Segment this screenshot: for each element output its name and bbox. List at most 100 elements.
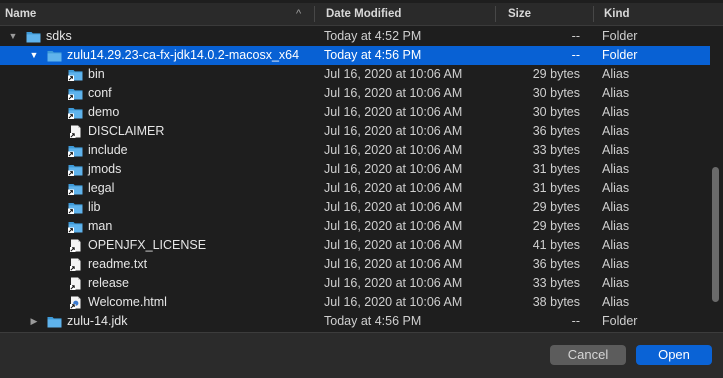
date-modified: Jul 16, 2020 at 10:06 AM (324, 143, 463, 157)
file-kind: Alias (602, 219, 630, 233)
kind-column-header[interactable]: Kind (604, 3, 630, 25)
file-name: Welcome.html (88, 295, 167, 309)
date-modified: Today at 4:52 PM (324, 29, 422, 43)
file-size: 29 bytes (532, 200, 580, 214)
file-kind: Folder (602, 48, 638, 62)
list-item[interactable]: include Jul 16, 2020 at 10:06 AM 33 bytes A… (0, 141, 712, 160)
folder-alias-icon (68, 106, 83, 119)
date-modified-column-header[interactable]: Date Modified (326, 3, 401, 25)
list-item[interactable]: lib Jul 16, 2020 at 10:06 AM 29 bytes Alias (0, 198, 712, 217)
file-kind: Alias (602, 200, 630, 214)
list-item[interactable]: ▼ sdks Today at 4:52 PM -- Folder (0, 27, 712, 46)
column-divider[interactable] (495, 6, 496, 22)
list-item[interactable]: bin Jul 16, 2020 at 10:06 AM 29 bytes Alias (0, 65, 712, 84)
file-alias-icon (68, 125, 83, 138)
file-name: bin (88, 67, 105, 81)
name-column-header[interactable]: Name (5, 3, 36, 25)
date-modified: Today at 4:56 PM (324, 314, 422, 328)
file-size: 29 bytes (532, 67, 580, 81)
list-item[interactable]: OPENJFX_LICENSE Jul 16, 2020 at 10:06 AM 4… (0, 236, 712, 255)
file-kind: Alias (602, 143, 630, 157)
date-modified: Jul 16, 2020 at 10:06 AM (324, 200, 463, 214)
file-name: readme.txt (88, 257, 148, 271)
file-size: -- (571, 48, 580, 62)
file-name: release (88, 276, 129, 290)
folder-alias-icon (68, 201, 83, 214)
file-kind: Alias (602, 257, 630, 271)
folder-icon (47, 49, 62, 62)
date-modified: Jul 16, 2020 at 10:06 AM (324, 181, 463, 195)
file-size: 41 bytes (532, 238, 580, 252)
date-modified: Jul 16, 2020 at 10:06 AM (324, 295, 463, 309)
date-modified: Jul 16, 2020 at 10:06 AM (324, 257, 463, 271)
file-size: 30 bytes (532, 105, 580, 119)
file-size: 30 bytes (532, 86, 580, 100)
file-size: 31 bytes (532, 181, 580, 195)
list-item[interactable]: readme.txt Jul 16, 2020 at 10:06 AM 36 byt… (0, 255, 712, 274)
file-size: 29 bytes (532, 219, 580, 233)
file-name: zulu14.29.23-ca-fx-jdk14.0.2-macosx_x64 (67, 48, 300, 62)
folder-alias-icon (68, 182, 83, 195)
column-header-bar: Name ^ Date Modified Size Kind (0, 3, 723, 26)
folder-alias-icon (68, 68, 83, 81)
file-kind: Alias (602, 238, 630, 252)
html-alias-icon (68, 296, 83, 309)
file-size: -- (571, 29, 580, 43)
file-name: OPENJFX_LICENSE (88, 238, 207, 252)
column-divider[interactable] (593, 6, 594, 22)
file-name: lib (88, 200, 101, 214)
list-item[interactable]: Welcome.html Jul 16, 2020 at 10:06 AM 38 b… (0, 293, 712, 312)
file-size: -- (571, 314, 580, 328)
file-alias-icon (68, 239, 83, 252)
file-kind: Alias (602, 124, 630, 138)
date-modified: Jul 16, 2020 at 10:06 AM (324, 67, 463, 81)
file-kind: Alias (602, 181, 630, 195)
list-item[interactable]: conf Jul 16, 2020 at 10:06 AM 30 bytes Alia… (0, 84, 712, 103)
list-item[interactable]: ▶ zulu-14.jdk Today at 4:56 PM -- Folder (0, 312, 712, 331)
scrollbar-thumb[interactable] (712, 167, 719, 302)
folder-alias-icon (68, 220, 83, 233)
file-kind: Alias (602, 162, 630, 176)
file-alias-icon (68, 258, 83, 271)
file-name: legal (88, 181, 115, 195)
date-modified: Jul 16, 2020 at 10:06 AM (324, 86, 463, 100)
date-modified: Jul 16, 2020 at 10:06 AM (324, 162, 463, 176)
list-item[interactable]: legal Jul 16, 2020 at 10:06 AM 31 bytes Ali… (0, 179, 712, 198)
file-name: include (88, 143, 128, 157)
open-button[interactable]: Open (636, 345, 712, 365)
file-name: jmods (88, 162, 122, 176)
file-size: 36 bytes (532, 257, 580, 271)
file-kind: Alias (602, 86, 630, 100)
file-size: 38 bytes (532, 295, 580, 309)
date-modified: Jul 16, 2020 at 10:06 AM (324, 238, 463, 252)
column-divider[interactable] (314, 6, 315, 22)
date-modified: Jul 16, 2020 at 10:06 AM (324, 124, 463, 138)
sort-ascending-icon[interactable]: ^ (296, 3, 301, 25)
list-item[interactable]: jmods Jul 16, 2020 at 10:06 AM 31 bytes Ali… (0, 160, 712, 179)
list-item[interactable]: demo Jul 16, 2020 at 10:06 AM 30 bytes Alia… (0, 103, 712, 122)
file-size: 33 bytes (532, 143, 580, 157)
file-name: man (88, 219, 113, 233)
file-size: 31 bytes (532, 162, 580, 176)
folder-alias-icon (68, 163, 83, 176)
file-name: demo (88, 105, 120, 119)
list-item[interactable]: ▼ zulu14.29.23-ca-fx-jdk14.0.2-macosx_x64… (0, 46, 712, 65)
date-modified: Today at 4:56 PM (324, 48, 422, 62)
disclosure-collapsed-icon[interactable]: ▶ (28, 312, 40, 331)
list-item[interactable]: DISCLAIMER Jul 16, 2020 at 10:06 AM 36 byt… (0, 122, 712, 141)
folder-alias-icon (68, 144, 83, 157)
disclosure-expanded-icon[interactable]: ▼ (28, 46, 40, 65)
size-column-header[interactable]: Size (508, 3, 531, 25)
vertical-scrollbar[interactable] (710, 27, 720, 330)
file-kind: Alias (602, 276, 630, 290)
disclosure-expanded-icon[interactable]: ▼ (7, 27, 19, 46)
date-modified: Jul 16, 2020 at 10:06 AM (324, 276, 463, 290)
list-item[interactable]: release Jul 16, 2020 at 10:06 AM 33 bytes A… (0, 274, 712, 293)
file-kind: Alias (602, 295, 630, 309)
file-kind: Folder (602, 314, 638, 328)
file-name: sdks (46, 29, 72, 43)
cancel-button[interactable]: Cancel (550, 345, 626, 365)
folder-icon (26, 30, 41, 43)
list-item[interactable]: man Jul 16, 2020 at 10:06 AM 29 bytes Alias (0, 217, 712, 236)
file-browser-panel: Name ^ Date Modified Size Kind ▼ sdks Toda… (0, 0, 723, 332)
